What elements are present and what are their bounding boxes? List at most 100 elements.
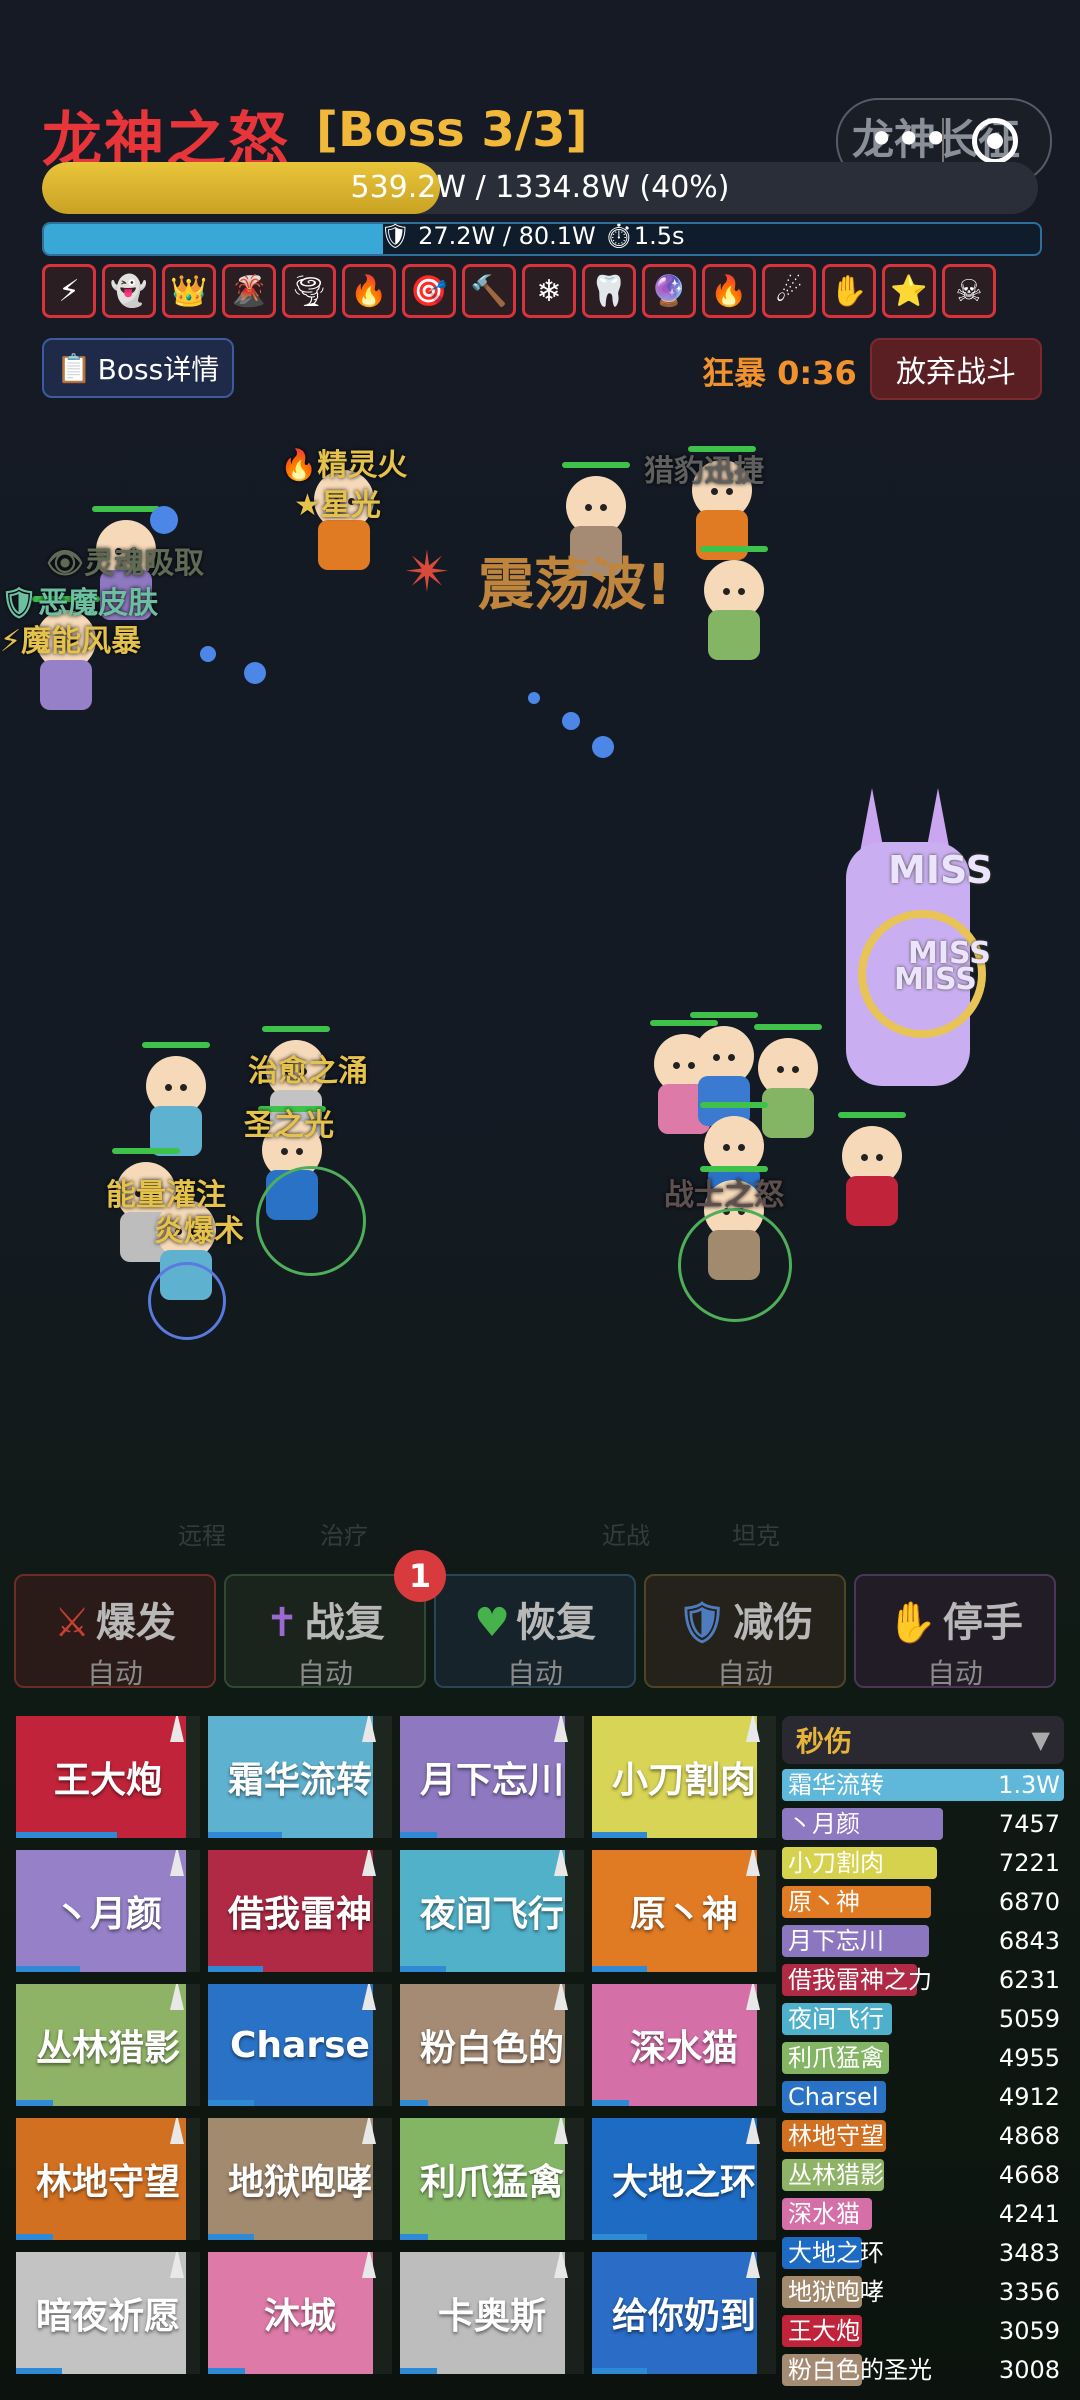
sword-icon bbox=[170, 2252, 184, 2278]
dps-title: 秒伤 bbox=[796, 1725, 853, 1758]
dps-row: 夜间飞行 5059 bbox=[782, 2001, 1064, 2037]
sword-icon bbox=[554, 2118, 568, 2144]
dps-player-name: 借我雷神之力 bbox=[788, 1966, 932, 1994]
close-circle-icon[interactable] bbox=[972, 118, 1018, 164]
boss-buff-icon[interactable]: ⭐ bbox=[882, 264, 936, 318]
player-card[interactable]: 给你奶到 bbox=[592, 2252, 776, 2374]
dps-row: 原丶神 6870 bbox=[782, 1884, 1064, 1920]
boss-buff-icon[interactable]: 🌪 bbox=[282, 264, 336, 318]
dps-value: 3008 bbox=[998, 2356, 1060, 2384]
skill-float-text: 战士之怒 bbox=[664, 1178, 784, 1213]
player-card[interactable]: 卡奥斯 bbox=[400, 2252, 584, 2374]
projectile bbox=[592, 736, 614, 758]
skill-button[interactable]: ✋ 停手 自动 bbox=[854, 1574, 1056, 1690]
projectile bbox=[244, 662, 266, 684]
sword-icon bbox=[170, 1850, 184, 1876]
dps-row: Charsel 4912 bbox=[782, 2079, 1064, 2115]
dps-value: 4668 bbox=[998, 2161, 1060, 2189]
player-card[interactable]: 原丶神 bbox=[592, 1850, 776, 1972]
dps-player-name: 丛林猎影 bbox=[788, 2161, 884, 2189]
player-card[interactable]: 丶月颜 bbox=[16, 1850, 200, 1972]
skill-icon: ⚔ bbox=[54, 1600, 90, 1646]
give-up-button[interactable]: 放弃战斗 bbox=[870, 338, 1042, 400]
player-card[interactable]: 暗夜祈愿 bbox=[16, 2252, 200, 2374]
skill-float-text: ★星光 bbox=[294, 488, 381, 523]
clipboard-icon: 📋 bbox=[56, 351, 92, 385]
player-card[interactable]: 地狱咆哮 bbox=[208, 2118, 392, 2240]
boss-buff-icon[interactable]: ✋ bbox=[822, 264, 876, 318]
heal-aura bbox=[256, 1166, 366, 1276]
boss-buff-icon[interactable]: ☄ bbox=[762, 264, 816, 318]
skill-float-text: ⚡魔能风暴 bbox=[0, 624, 142, 659]
dps-panel: 秒伤 ▼ 霜华流转 1.3W 丶月颜 7457 小刀割肉 7221 原丶神 6870 月下忘川 6… bbox=[782, 1716, 1064, 2388]
dps-value: 3059 bbox=[998, 2317, 1060, 2345]
boss-buff-list: ⚡ 👻 👑 🌋 🌪 🔥 🎯 🔨 ❄ 🦷 🔮 🔥 ☄ ✋ ⭐ ☠ bbox=[42, 264, 996, 318]
dps-sort-dropdown[interactable]: 秒伤 ▼ bbox=[782, 1716, 1064, 1764]
skill-button[interactable]: ✝ 战复 自动 bbox=[224, 1574, 426, 1690]
player-card[interactable]: 丛林猎影 bbox=[16, 1984, 200, 2106]
sword-icon bbox=[746, 1984, 760, 2010]
player-card[interactable]: 大地之环 bbox=[592, 2118, 776, 2240]
skill-button[interactable]: 🛡 减伤 自动 bbox=[644, 1574, 846, 1690]
miss-text: MISS bbox=[894, 962, 977, 997]
dps-player-name: 王大炮 bbox=[788, 2317, 860, 2345]
skill-button[interactable]: ⚔ 爆发 自动 bbox=[14, 1574, 216, 1690]
player-card[interactable]: 深水猫 bbox=[592, 1984, 776, 2106]
player-card[interactable]: 粉白色的 bbox=[400, 1984, 584, 2106]
hero-unit bbox=[754, 1024, 822, 1148]
player-card[interactable]: 林地守望 bbox=[16, 2118, 200, 2240]
skill-icon: ✝ bbox=[265, 1600, 299, 1646]
boss-buff-icon[interactable]: 🔥 bbox=[702, 264, 756, 318]
battlefield: 🔥精灵火 ★星光 👁灵魂吸取 🛡恶魔皮肤 ⚡魔能风暴 猎豹迅捷 ✴ 震荡波! M… bbox=[0, 410, 1080, 1550]
player-card[interactable]: 霜华流转 bbox=[208, 1716, 392, 1838]
player-card[interactable]: 王大炮 bbox=[16, 1716, 200, 1838]
hero-unit bbox=[700, 546, 768, 670]
boss-buff-icon[interactable]: 🔮 bbox=[642, 264, 696, 318]
skill-button[interactable]: ♥ 恢复 自动 bbox=[434, 1574, 636, 1690]
boss-buff-icon[interactable]: 👑 bbox=[162, 264, 216, 318]
sword-icon bbox=[362, 1850, 376, 1876]
boss-buff-icon[interactable]: 🦷 bbox=[582, 264, 636, 318]
sword-icon bbox=[746, 1716, 760, 1742]
shockwave-icon: ✴ bbox=[404, 540, 451, 605]
projectile bbox=[150, 506, 178, 534]
boss-buff-icon[interactable]: 👻 bbox=[102, 264, 156, 318]
dps-row: 王大炮 3059 bbox=[782, 2313, 1064, 2349]
boss-buff-icon[interactable]: 🌋 bbox=[222, 264, 276, 318]
boss-shield-fill bbox=[44, 224, 383, 254]
skill-float-text: 治愈之涌 bbox=[248, 1054, 368, 1089]
player-card[interactable]: 利爪猛禽 bbox=[400, 2118, 584, 2240]
boss-buff-icon[interactable]: ❄ bbox=[522, 264, 576, 318]
player-card[interactable]: 沐城 bbox=[208, 2252, 392, 2374]
shockwave-text: 震荡波! bbox=[478, 553, 672, 618]
player-card[interactable]: 夜间飞行 bbox=[400, 1850, 584, 1972]
skill-name: 战复 bbox=[304, 1600, 385, 1646]
zone-label: 治疗 bbox=[320, 1522, 368, 1550]
sword-icon bbox=[746, 2118, 760, 2144]
boss-buff-icon[interactable]: 🎯 bbox=[402, 264, 456, 318]
dps-row: 地狱咆哮 3356 bbox=[782, 2274, 1064, 2310]
boss-buff-icon[interactable]: 🔨 bbox=[462, 264, 516, 318]
boss-buff-icon[interactable]: ☠ bbox=[942, 264, 996, 318]
dps-row: 月下忘川 6843 bbox=[782, 1923, 1064, 1959]
capsule-divider bbox=[942, 118, 944, 164]
projectile bbox=[200, 646, 216, 662]
player-card[interactable]: Charse bbox=[208, 1984, 392, 2106]
boss-detail-button[interactable]: 📋 Boss详情 bbox=[42, 338, 234, 398]
player-card[interactable]: 月下忘川 bbox=[400, 1716, 584, 1838]
boss-buff-icon[interactable]: 🔥 bbox=[342, 264, 396, 318]
miss-text: MISS bbox=[888, 848, 993, 892]
player-cast-bar bbox=[16, 2368, 62, 2374]
player-card[interactable]: 借我雷神 bbox=[208, 1850, 392, 1972]
zone-label: 坦克 bbox=[732, 1522, 780, 1550]
skill-name: 停手 bbox=[942, 1600, 1023, 1646]
more-icon[interactable]: ••• bbox=[868, 112, 949, 166]
player-card[interactable]: 小刀割肉 bbox=[592, 1716, 776, 1838]
dps-player-name: 林地守望 bbox=[788, 2122, 884, 2150]
zone-label: 远程 bbox=[178, 1522, 226, 1550]
dps-value: 4241 bbox=[998, 2200, 1060, 2228]
boss-buff-icon[interactable]: ⚡ bbox=[42, 264, 96, 318]
sword-icon bbox=[170, 1716, 184, 1742]
dps-player-name: 深水猫 bbox=[788, 2200, 860, 2228]
dps-row: 利爪猛禽 4955 bbox=[782, 2040, 1064, 2076]
